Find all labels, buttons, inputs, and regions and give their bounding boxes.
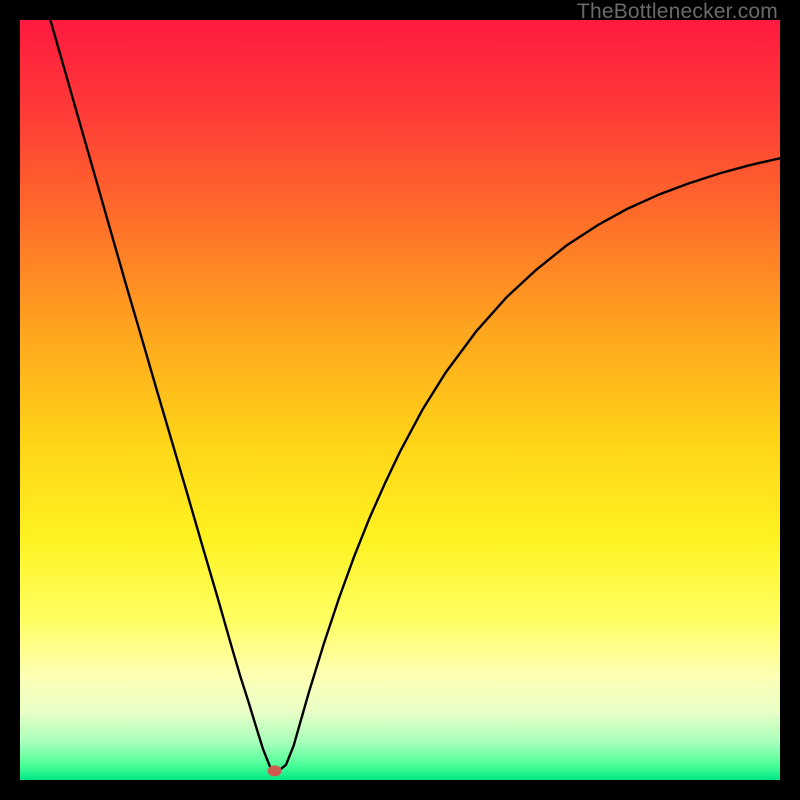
bottleneck-chart xyxy=(20,20,780,780)
chart-background xyxy=(20,20,780,780)
watermark-text: TheBottlenecker.com xyxy=(577,0,778,24)
optimal-point-marker xyxy=(268,765,282,776)
chart-frame xyxy=(20,20,780,780)
